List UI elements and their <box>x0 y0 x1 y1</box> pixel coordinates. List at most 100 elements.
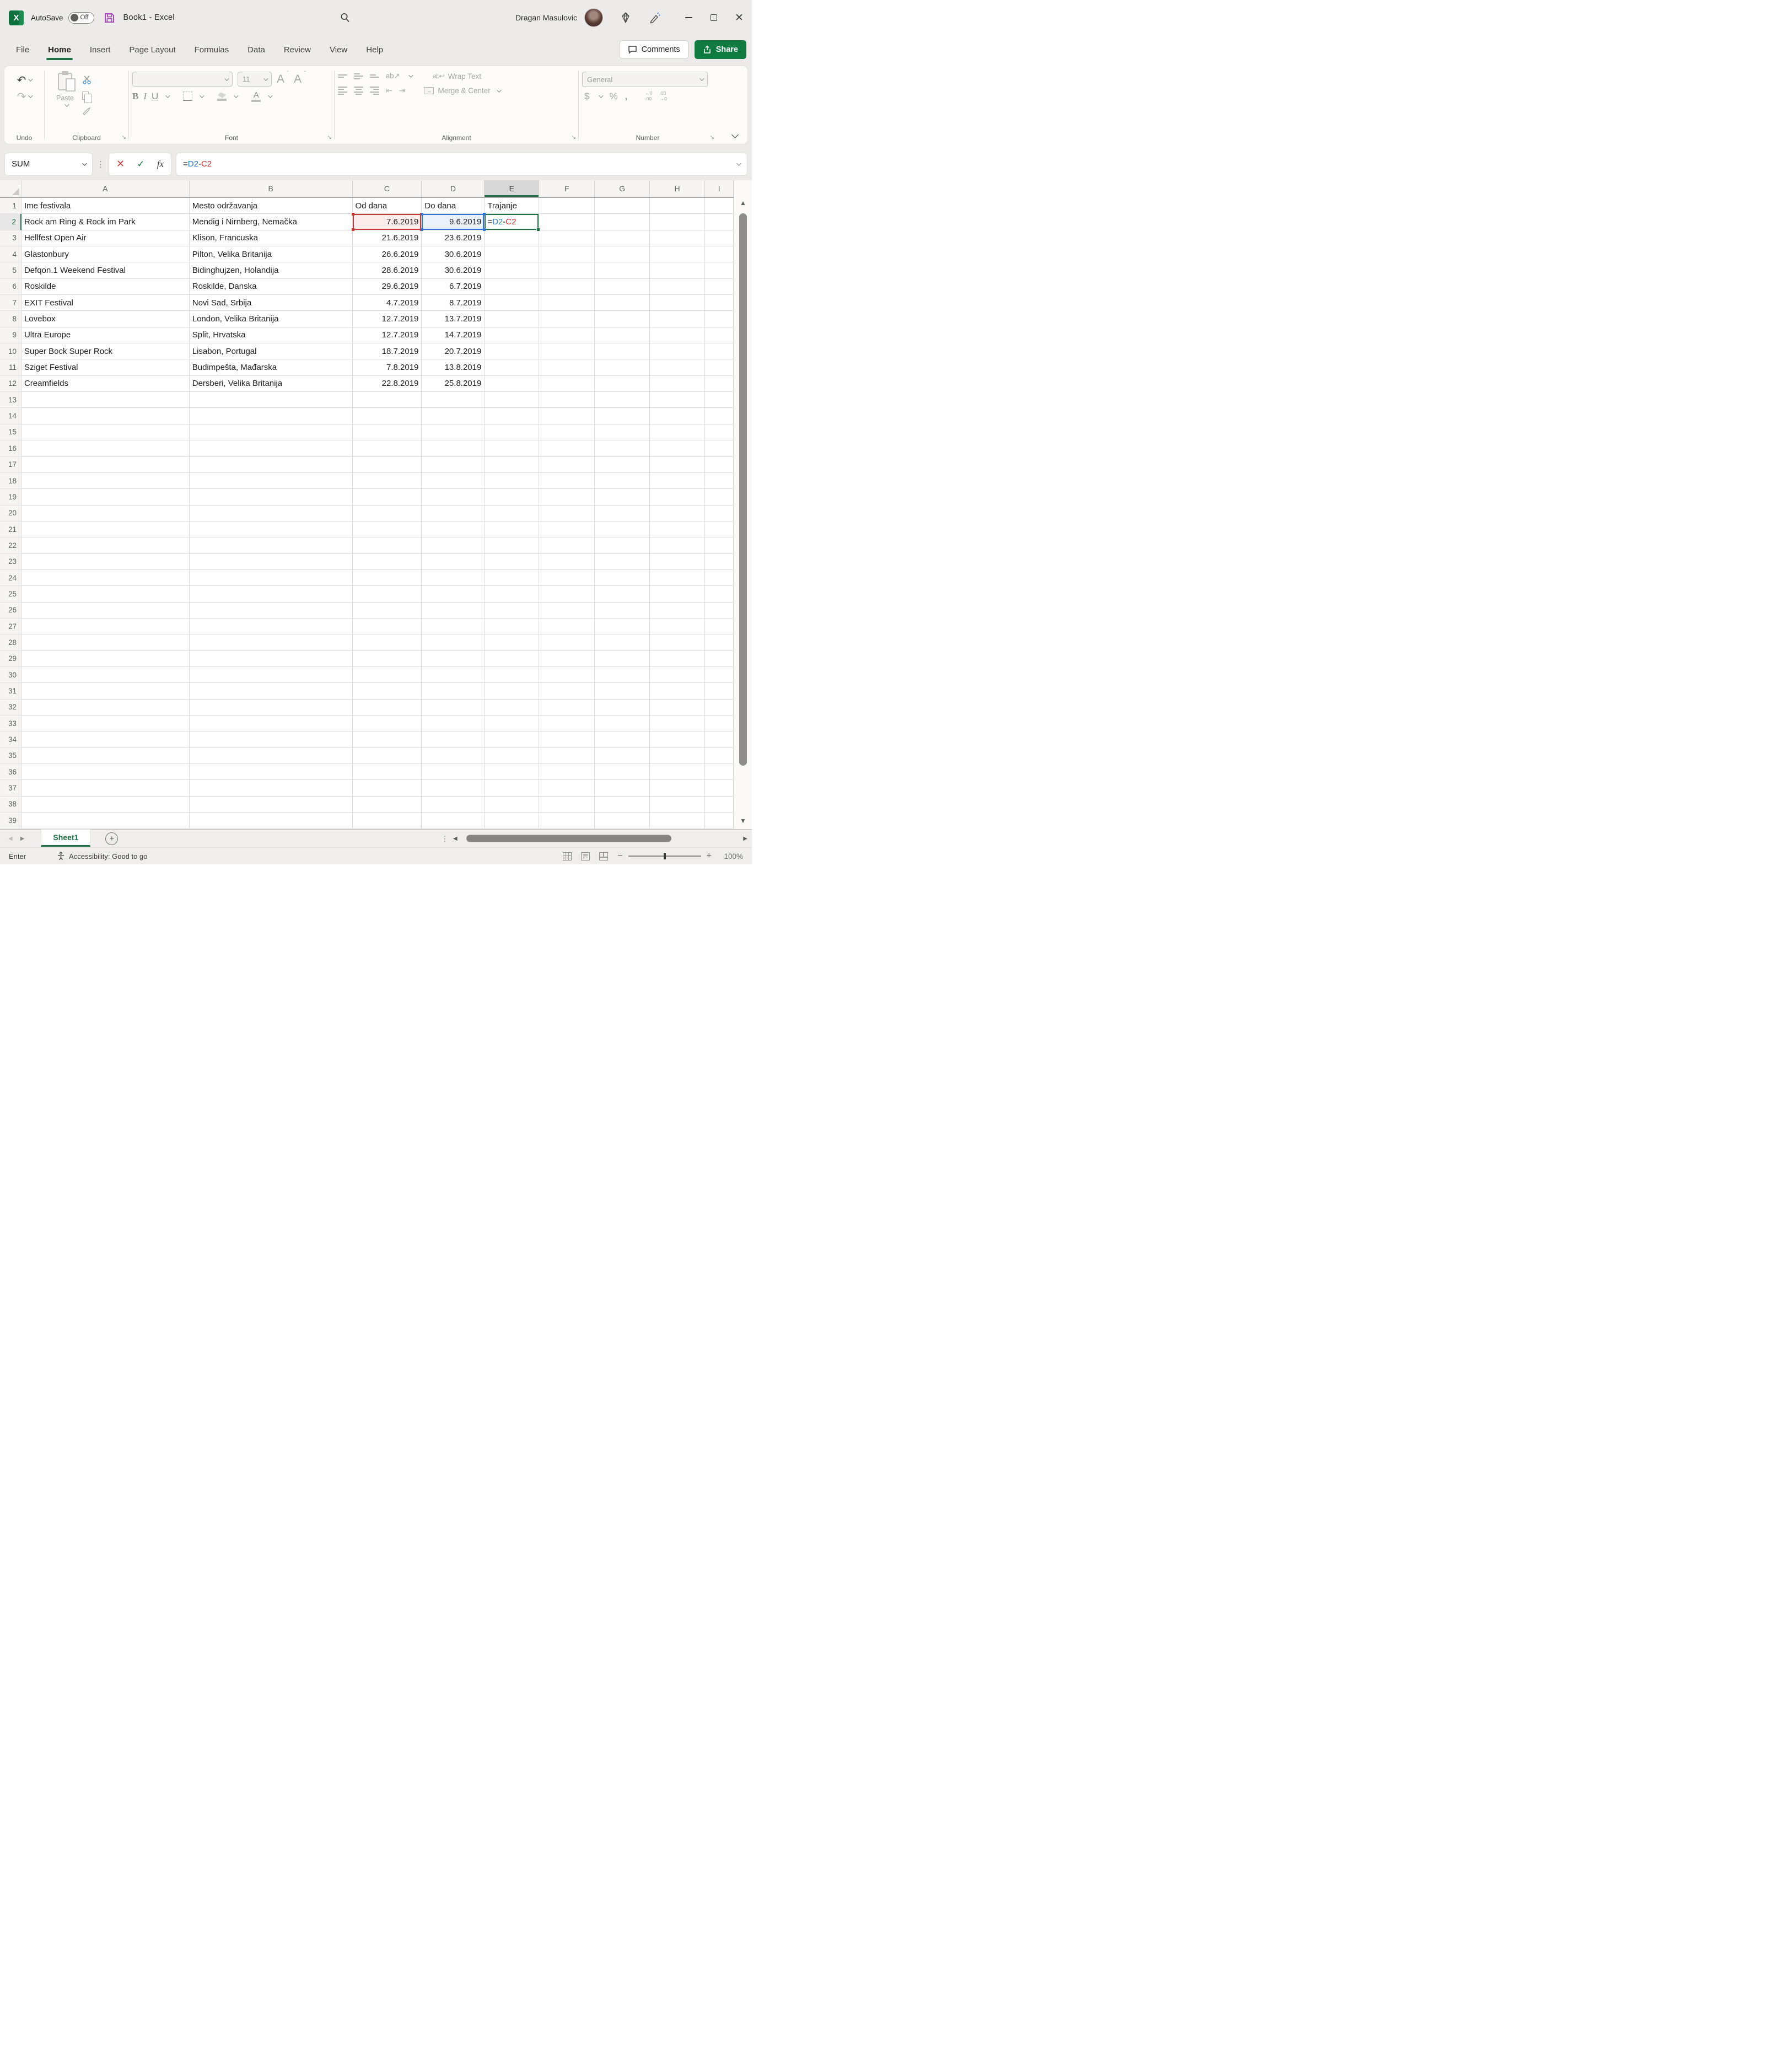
cell-A3[interactable]: Hellfest Open Air <box>21 230 190 247</box>
cell-E26[interactable] <box>485 602 540 618</box>
cell-I19[interactable] <box>705 489 734 505</box>
row-header-1[interactable]: 1 <box>0 198 21 214</box>
cell-C8[interactable]: 12.7.2019 <box>352 311 422 327</box>
column-header-A[interactable]: A <box>21 180 190 197</box>
cell-H3[interactable] <box>650 230 706 247</box>
copy-button[interactable] <box>82 90 93 103</box>
cell-I26[interactable] <box>705 602 734 618</box>
insert-function-button[interactable]: fx <box>157 159 164 170</box>
vertical-scrollbar-thumb[interactable] <box>739 213 747 766</box>
cell-F19[interactable] <box>539 489 595 505</box>
scroll-down-icon[interactable]: ▼ <box>734 817 752 825</box>
tab-view[interactable]: View <box>329 41 348 59</box>
tab-data[interactable]: Data <box>246 41 266 59</box>
cell-G12[interactable] <box>595 375 650 392</box>
cell-A5[interactable]: Defqon.1 Weekend Festival <box>21 262 190 279</box>
cell-C9[interactable]: 12.7.2019 <box>352 327 422 344</box>
cell-C5[interactable]: 28.6.2019 <box>352 262 422 279</box>
row-header-12[interactable]: 12 <box>0 375 21 392</box>
cell-G24[interactable] <box>595 569 650 587</box>
cell-D7[interactable]: 8.7.2019 <box>422 295 485 311</box>
cell-I23[interactable] <box>705 553 734 570</box>
cell-H30[interactable] <box>650 666 706 684</box>
row-header-23[interactable]: 23 <box>0 553 21 570</box>
cell-B4[interactable]: Pilton, Velika Britanija <box>189 246 353 263</box>
comments-button[interactable]: Comments <box>619 40 688 59</box>
cell-I11[interactable] <box>705 359 734 376</box>
cancel-entry-button[interactable]: ✕ <box>116 158 125 170</box>
cell-F20[interactable] <box>539 505 595 521</box>
cell-E28[interactable] <box>485 634 540 651</box>
number-dialog-launcher[interactable]: ↘ <box>710 135 714 141</box>
cell-A29[interactable] <box>21 650 190 667</box>
cell-F29[interactable] <box>539 650 595 667</box>
cell-F12[interactable] <box>539 375 595 392</box>
cell-E25[interactable] <box>485 586 540 603</box>
cell-A1[interactable]: Ime festivala <box>21 198 190 214</box>
cell-G11[interactable] <box>595 359 650 376</box>
cell-A16[interactable] <box>21 440 190 457</box>
decrease-decimal-button[interactable]: .00 →0 <box>660 90 667 102</box>
zoom-slider[interactable] <box>628 853 701 859</box>
cell-G3[interactable] <box>595 230 650 247</box>
cell-E6[interactable] <box>485 278 540 295</box>
cell-F36[interactable] <box>539 764 595 781</box>
cell-E9[interactable] <box>485 327 540 344</box>
cell-G22[interactable] <box>595 537 650 554</box>
row-header-17[interactable]: 17 <box>0 456 21 473</box>
maximize-button[interactable] <box>701 4 727 31</box>
cell-F28[interactable] <box>539 634 595 651</box>
cell-B11[interactable]: Budimpešta, Mađarska <box>189 359 353 376</box>
feedback-pen-icon[interactable] <box>648 11 661 24</box>
cell-C37[interactable] <box>352 780 422 797</box>
decrease-indent-button[interactable]: ⇤ <box>386 86 392 95</box>
cell-B32[interactable] <box>189 699 353 716</box>
cell-C16[interactable] <box>352 440 422 457</box>
row-header-25[interactable]: 25 <box>0 586 21 603</box>
cell-A18[interactable] <box>21 472 190 490</box>
cell-F35[interactable] <box>539 747 595 765</box>
orientation-button[interactable]: ab↗ <box>386 72 400 80</box>
cell-E32[interactable] <box>485 699 540 716</box>
cell-B19[interactable] <box>189 489 353 505</box>
row-header-30[interactable]: 30 <box>0 666 21 684</box>
row-header-10[interactable]: 10 <box>0 343 21 360</box>
cell-H7[interactable] <box>650 295 706 311</box>
cell-E8[interactable] <box>485 311 540 327</box>
paste-button[interactable]: Paste <box>48 71 82 131</box>
accessibility-checker[interactable]: Accessibility: Good to go <box>57 852 147 860</box>
cell-H26[interactable] <box>650 602 706 618</box>
merge-center-button[interactable]: ↔ Merge & Center <box>424 87 502 95</box>
cell-F3[interactable] <box>539 230 595 247</box>
cell-G17[interactable] <box>595 456 650 473</box>
page-layout-view-button[interactable] <box>581 852 590 860</box>
cell-C33[interactable] <box>352 716 422 732</box>
cell-I10[interactable] <box>705 343 734 360</box>
cell-H22[interactable] <box>650 537 706 554</box>
cell-C29[interactable] <box>352 650 422 667</box>
cell-D1[interactable]: Do dana <box>422 198 485 214</box>
next-sheet-icon[interactable]: ▶ <box>20 836 25 842</box>
row-header-27[interactable]: 27 <box>0 618 21 635</box>
cell-A25[interactable] <box>21 586 190 603</box>
close-button[interactable]: ✕ <box>727 4 752 31</box>
cell-B27[interactable] <box>189 618 353 635</box>
cell-C39[interactable] <box>352 813 422 829</box>
cell-D15[interactable] <box>422 424 485 441</box>
row-header-19[interactable]: 19 <box>0 489 21 505</box>
cell-D3[interactable]: 23.6.2019 <box>422 230 485 247</box>
cell-F30[interactable] <box>539 666 595 684</box>
cell-E39[interactable] <box>485 813 540 829</box>
cell-B14[interactable] <box>189 408 353 424</box>
cell-D16[interactable] <box>422 440 485 457</box>
cell-H23[interactable] <box>650 553 706 570</box>
cell-H18[interactable] <box>650 472 706 490</box>
row-header-3[interactable]: 3 <box>0 230 21 247</box>
cell-B8[interactable]: London, Velika Britanija <box>189 311 353 327</box>
cell-G2[interactable] <box>595 214 650 230</box>
cell-G14[interactable] <box>595 408 650 424</box>
cell-A36[interactable] <box>21 764 190 781</box>
cell-D31[interactable] <box>422 683 485 700</box>
cell-C7[interactable]: 4.7.2019 <box>352 295 422 311</box>
expand-formula-bar-icon[interactable] <box>736 160 741 166</box>
